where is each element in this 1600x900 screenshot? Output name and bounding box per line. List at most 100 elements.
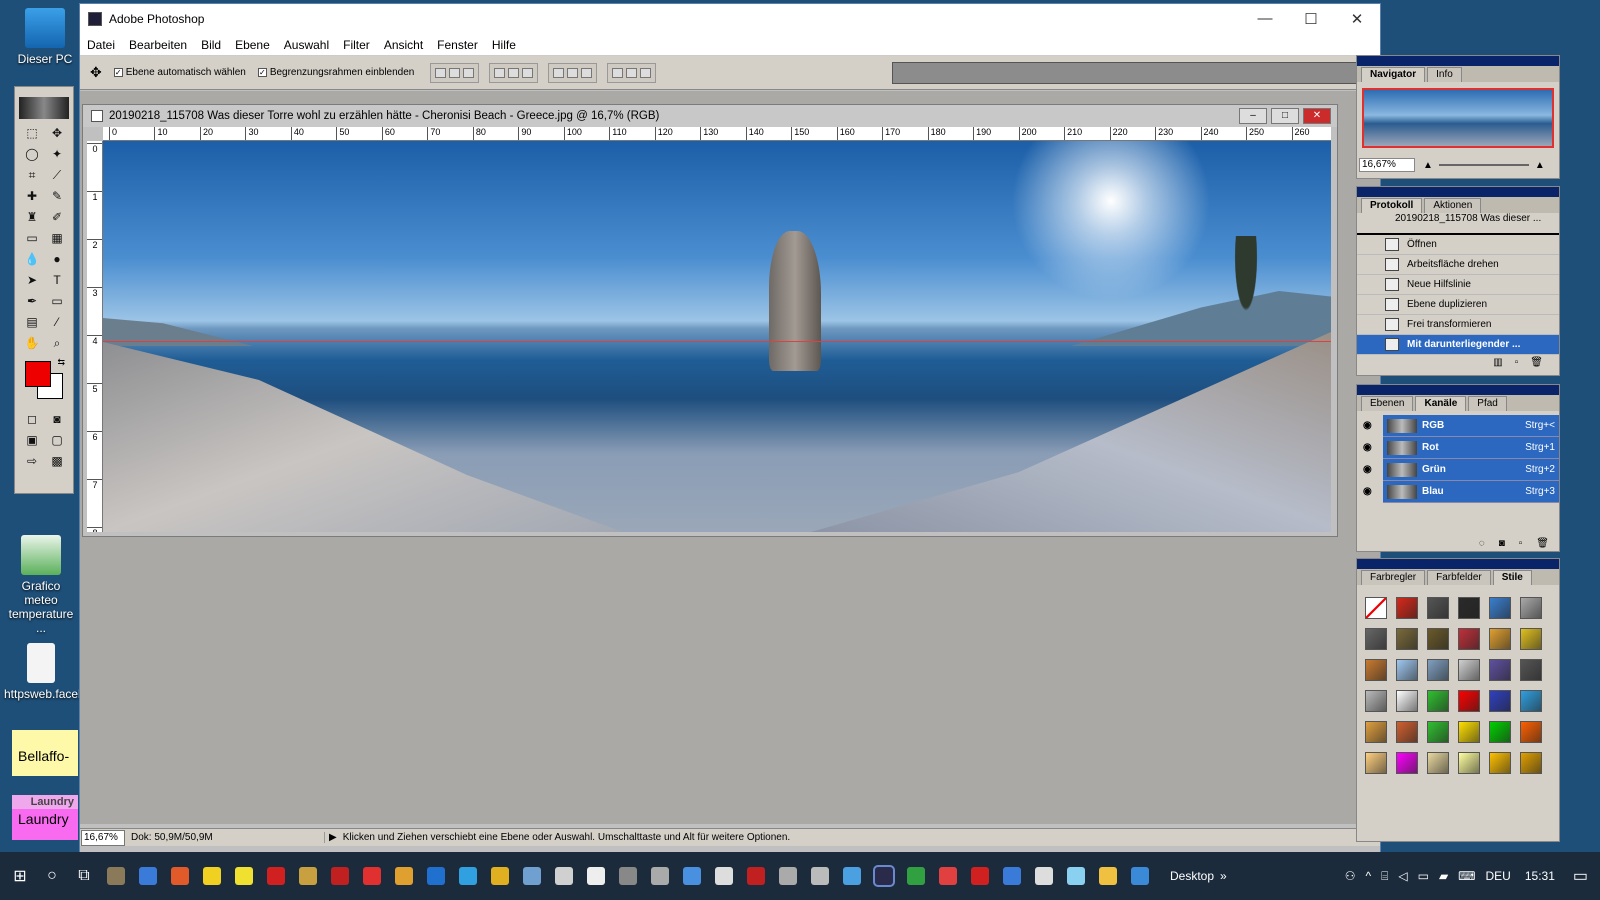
style-swatch[interactable] (1396, 752, 1418, 774)
standard-mode-icon[interactable]: ◻ (20, 409, 44, 429)
people-icon[interactable]: ⚇ (1345, 869, 1356, 883)
taskbar-app-icon[interactable] (107, 867, 125, 885)
style-swatch[interactable] (1396, 628, 1418, 650)
slice-tool-icon[interactable]: ⟋ (45, 165, 69, 185)
style-swatch[interactable] (1427, 597, 1449, 619)
taskbar-app-icon[interactable] (171, 867, 189, 885)
taskbar-app-icon[interactable] (779, 867, 797, 885)
brush-tool-icon[interactable]: ✎ (45, 186, 69, 206)
style-swatch[interactable] (1520, 690, 1542, 712)
style-swatch[interactable] (1427, 752, 1449, 774)
gradient-tool-icon[interactable]: ▦ (45, 228, 69, 248)
channel-row-rgb[interactable]: ◉ RGB Strg+< (1363, 415, 1559, 437)
style-swatch[interactable] (1396, 690, 1418, 712)
desktop-toolbar-label[interactable]: Desktop (1170, 869, 1214, 883)
taskbar-app-icon[interactable] (203, 867, 221, 885)
menu-datei[interactable]: Datei (80, 38, 122, 52)
maximize-button[interactable]: ☐ (1288, 10, 1334, 28)
taskbar-app-icon[interactable] (363, 867, 381, 885)
history-item[interactable]: Arbeitsfläche drehen (1357, 255, 1559, 275)
style-swatch[interactable] (1520, 721, 1542, 743)
new-document-icon[interactable]: ▥ (1493, 357, 1502, 368)
zoom-in-icon[interactable]: ▲ (1535, 160, 1545, 171)
style-swatch[interactable] (1458, 659, 1480, 681)
taskbar-app-icon[interactable] (1035, 867, 1053, 885)
distribute-buttons-2[interactable] (607, 62, 657, 83)
taskbar-app-icon[interactable] (1131, 867, 1149, 885)
imageready-icon[interactable]: ▩ (45, 451, 69, 471)
doc-maximize-button[interactable]: □ (1271, 108, 1299, 124)
notification-icon[interactable]: ▭ (1573, 866, 1588, 886)
zoom-out-icon[interactable]: ▲ (1423, 160, 1433, 171)
style-swatch[interactable] (1365, 721, 1387, 743)
camera-icon[interactable] (587, 867, 605, 885)
align-buttons-1[interactable] (430, 62, 480, 83)
style-swatch[interactable] (1458, 597, 1480, 619)
input-language[interactable]: DEU (1486, 869, 1511, 883)
hand-tool-icon[interactable]: ✋ (20, 333, 44, 353)
style-swatch[interactable] (1520, 752, 1542, 774)
menu-auswahl[interactable]: Auswahl (277, 38, 336, 52)
taskbar-app-icon[interactable] (299, 867, 317, 885)
filezilla-icon[interactable] (331, 867, 349, 885)
tab-aktionen[interactable]: Aktionen (1424, 198, 1482, 213)
close-button[interactable]: ✕ (1334, 10, 1380, 28)
style-swatch[interactable] (1489, 659, 1511, 681)
trash-icon[interactable]: 🗑 (1530, 357, 1543, 368)
jump-to-imageready-icon[interactable]: ⇨ (20, 451, 44, 471)
style-swatch[interactable] (1427, 659, 1449, 681)
taskbar-app-icon[interactable] (619, 867, 637, 885)
dodge-tool-icon[interactable]: ● (45, 249, 69, 269)
tab-kanaele[interactable]: Kanäle (1415, 396, 1467, 411)
pen-tool-icon[interactable]: ✒ (20, 291, 44, 311)
adobe-logo[interactable] (19, 97, 69, 119)
tab-ebenen[interactable]: Ebenen (1361, 396, 1414, 411)
taskbar-app-icon[interactable] (1067, 867, 1085, 885)
chevron-right-icon[interactable]: » (1220, 869, 1227, 883)
menu-ebene[interactable]: Ebene (228, 38, 277, 52)
keyboard-icon[interactable]: ⌨ (1458, 869, 1475, 883)
style-swatch[interactable] (1520, 597, 1542, 619)
taskbar-app-icon[interactable] (683, 867, 701, 885)
status-menu-arrow-icon[interactable]: ▶ (329, 832, 337, 843)
healing-brush-icon[interactable]: ✚ (20, 186, 44, 206)
magic-wand-tool-icon[interactable]: ✦ (45, 144, 69, 164)
taskbar-app-icon[interactable] (1003, 867, 1021, 885)
navigator-thumbnail[interactable] (1362, 88, 1554, 148)
note-icon[interactable]: ▰ (1439, 869, 1448, 883)
marquee-tool-icon[interactable]: ⬚ (20, 123, 44, 143)
chrome-icon[interactable] (491, 867, 509, 885)
photoshop-taskbar-icon[interactable] (873, 865, 895, 887)
eraser-tool-icon[interactable]: ▭ (20, 228, 44, 248)
taskbar-app-icon[interactable] (651, 867, 669, 885)
clone-stamp-icon[interactable]: ♜ (20, 207, 44, 227)
menu-hilfe[interactable]: Hilfe (485, 38, 523, 52)
taskbar-app-icon[interactable] (907, 867, 925, 885)
history-item[interactable]: Frei transformieren (1357, 315, 1559, 335)
zoom-slider[interactable] (1438, 164, 1529, 166)
style-swatch[interactable] (1427, 690, 1449, 712)
history-snapshot[interactable]: 20190218_115708 Was dieser ... (1357, 213, 1559, 235)
path-select-icon[interactable]: ➤ (20, 270, 44, 290)
style-swatch[interactable] (1427, 721, 1449, 743)
foreground-color[interactable] (25, 361, 51, 387)
palette-well[interactable] (892, 61, 1374, 84)
style-swatch[interactable] (1365, 659, 1387, 681)
taskbar-app-icon[interactable] (811, 867, 829, 885)
style-swatch[interactable] (1396, 597, 1418, 619)
sticky-note-laundry[interactable]: Laundry Laundry (12, 795, 78, 840)
notes-tool-icon[interactable]: ▤ (20, 312, 44, 332)
eye-icon[interactable]: ◉ (1363, 486, 1375, 497)
menu-ansicht[interactable]: Ansicht (377, 38, 430, 52)
clock[interactable]: 15:31 (1525, 869, 1555, 883)
calculator-icon[interactable] (555, 867, 573, 885)
style-swatch[interactable] (1520, 659, 1542, 681)
trash-icon[interactable]: 🗑 (1536, 538, 1549, 549)
style-swatch[interactable] (1489, 690, 1511, 712)
style-swatch[interactable] (1458, 752, 1480, 774)
tab-protokoll[interactable]: Protokoll (1361, 198, 1423, 213)
volume-icon[interactable]: ◁ (1398, 869, 1407, 883)
quickmask-mode-icon[interactable]: ◙ (45, 409, 69, 429)
history-item-selected[interactable]: Mit darunterliegender ... (1357, 335, 1559, 355)
history-item[interactable]: Ebene duplizieren (1357, 295, 1559, 315)
